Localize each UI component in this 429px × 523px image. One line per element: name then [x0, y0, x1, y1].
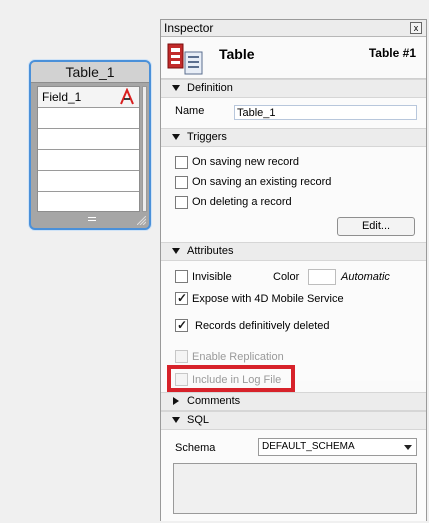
- disclosure-right-icon: [173, 397, 183, 405]
- attributes-section: Attributes Invisible Color Automatic Exp…: [161, 242, 426, 386]
- section-label: SQL: [187, 414, 210, 426]
- comments-section: Comments: [161, 392, 426, 411]
- inspector-title: Inspector: [164, 21, 214, 35]
- table-row[interactable]: [38, 150, 139, 171]
- replication-label: Enable Replication: [192, 351, 284, 363]
- section-label: Comments: [187, 395, 241, 407]
- trigger-row[interactable]: On saving an existing record: [161, 173, 426, 193]
- invisible-checkbox[interactable]: [175, 270, 188, 283]
- disclosure-down-icon: [172, 248, 180, 254]
- replication-row[interactable]: Enable Replication: [161, 348, 426, 368]
- triggers-section: Triggers On saving new record On saving …: [161, 128, 426, 242]
- section-label: Attributes: [187, 245, 234, 257]
- table-row[interactable]: [38, 108, 139, 129]
- sql-header[interactable]: SQL: [161, 411, 426, 430]
- log-row[interactable]: Include in Log File: [161, 371, 426, 391]
- field-name: Field_1: [42, 90, 82, 104]
- deleted-checkbox[interactable]: [175, 318, 188, 332]
- resize-grip-icon[interactable]: [137, 216, 146, 225]
- grip-icon[interactable]: [88, 217, 96, 221]
- triggers-header[interactable]: Triggers: [161, 128, 426, 147]
- name-row: Name: [161, 98, 426, 128]
- edit-button[interactable]: Edit...: [337, 217, 415, 236]
- deleted-row[interactable]: Records definitively deleted: [161, 315, 426, 335]
- name-label: Name: [175, 105, 205, 117]
- disclosure-down-icon: [172, 134, 180, 140]
- close-button[interactable]: x: [410, 22, 422, 34]
- chevron-down-icon: [404, 445, 412, 450]
- inspector-header: Table Table #1: [161, 37, 426, 79]
- table-widget[interactable]: Table_1 Field_1: [29, 60, 151, 230]
- schema-label: Schema: [175, 442, 216, 454]
- table-number: Table #1: [368, 46, 416, 60]
- expose-row[interactable]: Expose with 4D Mobile Service: [161, 290, 426, 310]
- trigger-row[interactable]: On deleting a record: [161, 193, 426, 213]
- alpha-field-icon: [119, 87, 135, 106]
- trigger-existing-label: On saving an existing record: [192, 176, 332, 188]
- log-label: Include in Log File: [192, 374, 282, 386]
- color-swatch[interactable]: [308, 269, 336, 285]
- trigger-row[interactable]: On saving new record: [161, 153, 426, 173]
- trigger-delete-label: On deleting a record: [192, 196, 292, 208]
- sql-textarea[interactable]: [173, 463, 417, 514]
- section-label: Definition: [187, 82, 233, 94]
- header-title: Table: [219, 46, 255, 62]
- trigger-existing-checkbox[interactable]: [175, 176, 188, 189]
- table-title: Table_1: [31, 62, 149, 83]
- inspector-titlebar[interactable]: Inspector x: [161, 20, 426, 37]
- table-properties-icon: [167, 43, 203, 75]
- schema-row: Schema DEFAULT_SCHEMA: [161, 438, 426, 458]
- edit-row: Edit...: [161, 213, 426, 242]
- invisible-label: Invisible: [192, 271, 232, 283]
- log-checkbox[interactable]: [175, 373, 188, 386]
- disclosure-down-icon: [172, 417, 180, 423]
- trigger-new-checkbox[interactable]: [175, 156, 188, 169]
- table-field-list[interactable]: Field_1: [37, 86, 140, 212]
- table-footer: [31, 210, 149, 228]
- schema-value: DEFAULT_SCHEMA: [262, 441, 355, 452]
- expose-checkbox[interactable]: [175, 291, 188, 305]
- deleted-label: Records definitively deleted: [195, 320, 330, 332]
- table-row[interactable]: [38, 171, 139, 192]
- color-label: Color: [273, 271, 300, 283]
- definition-section: Definition Name: [161, 79, 426, 128]
- comments-header[interactable]: Comments: [161, 392, 426, 411]
- table-row[interactable]: [38, 129, 139, 150]
- color-value: Automatic: [341, 271, 390, 283]
- schema-select[interactable]: DEFAULT_SCHEMA: [258, 438, 417, 456]
- section-label: Triggers: [187, 131, 227, 143]
- attributes-header[interactable]: Attributes: [161, 242, 426, 261]
- disclosure-down-icon: [172, 85, 180, 91]
- expose-label: Expose with 4D Mobile Service: [192, 293, 344, 305]
- table-scrollbar[interactable]: [142, 86, 147, 212]
- invisible-row: Invisible Color Automatic: [161, 268, 426, 288]
- definition-header[interactable]: Definition: [161, 79, 426, 98]
- inspector-panel: Inspector x Table Table #1 Definition Na…: [160, 19, 427, 521]
- trigger-new-label: On saving new record: [192, 156, 299, 168]
- trigger-delete-checkbox[interactable]: [175, 196, 188, 209]
- replication-checkbox[interactable]: [175, 350, 188, 363]
- sql-section: SQL Schema DEFAULT_SCHEMA: [161, 411, 426, 521]
- table-row[interactable]: Field_1: [38, 87, 139, 108]
- name-input[interactable]: [234, 105, 417, 120]
